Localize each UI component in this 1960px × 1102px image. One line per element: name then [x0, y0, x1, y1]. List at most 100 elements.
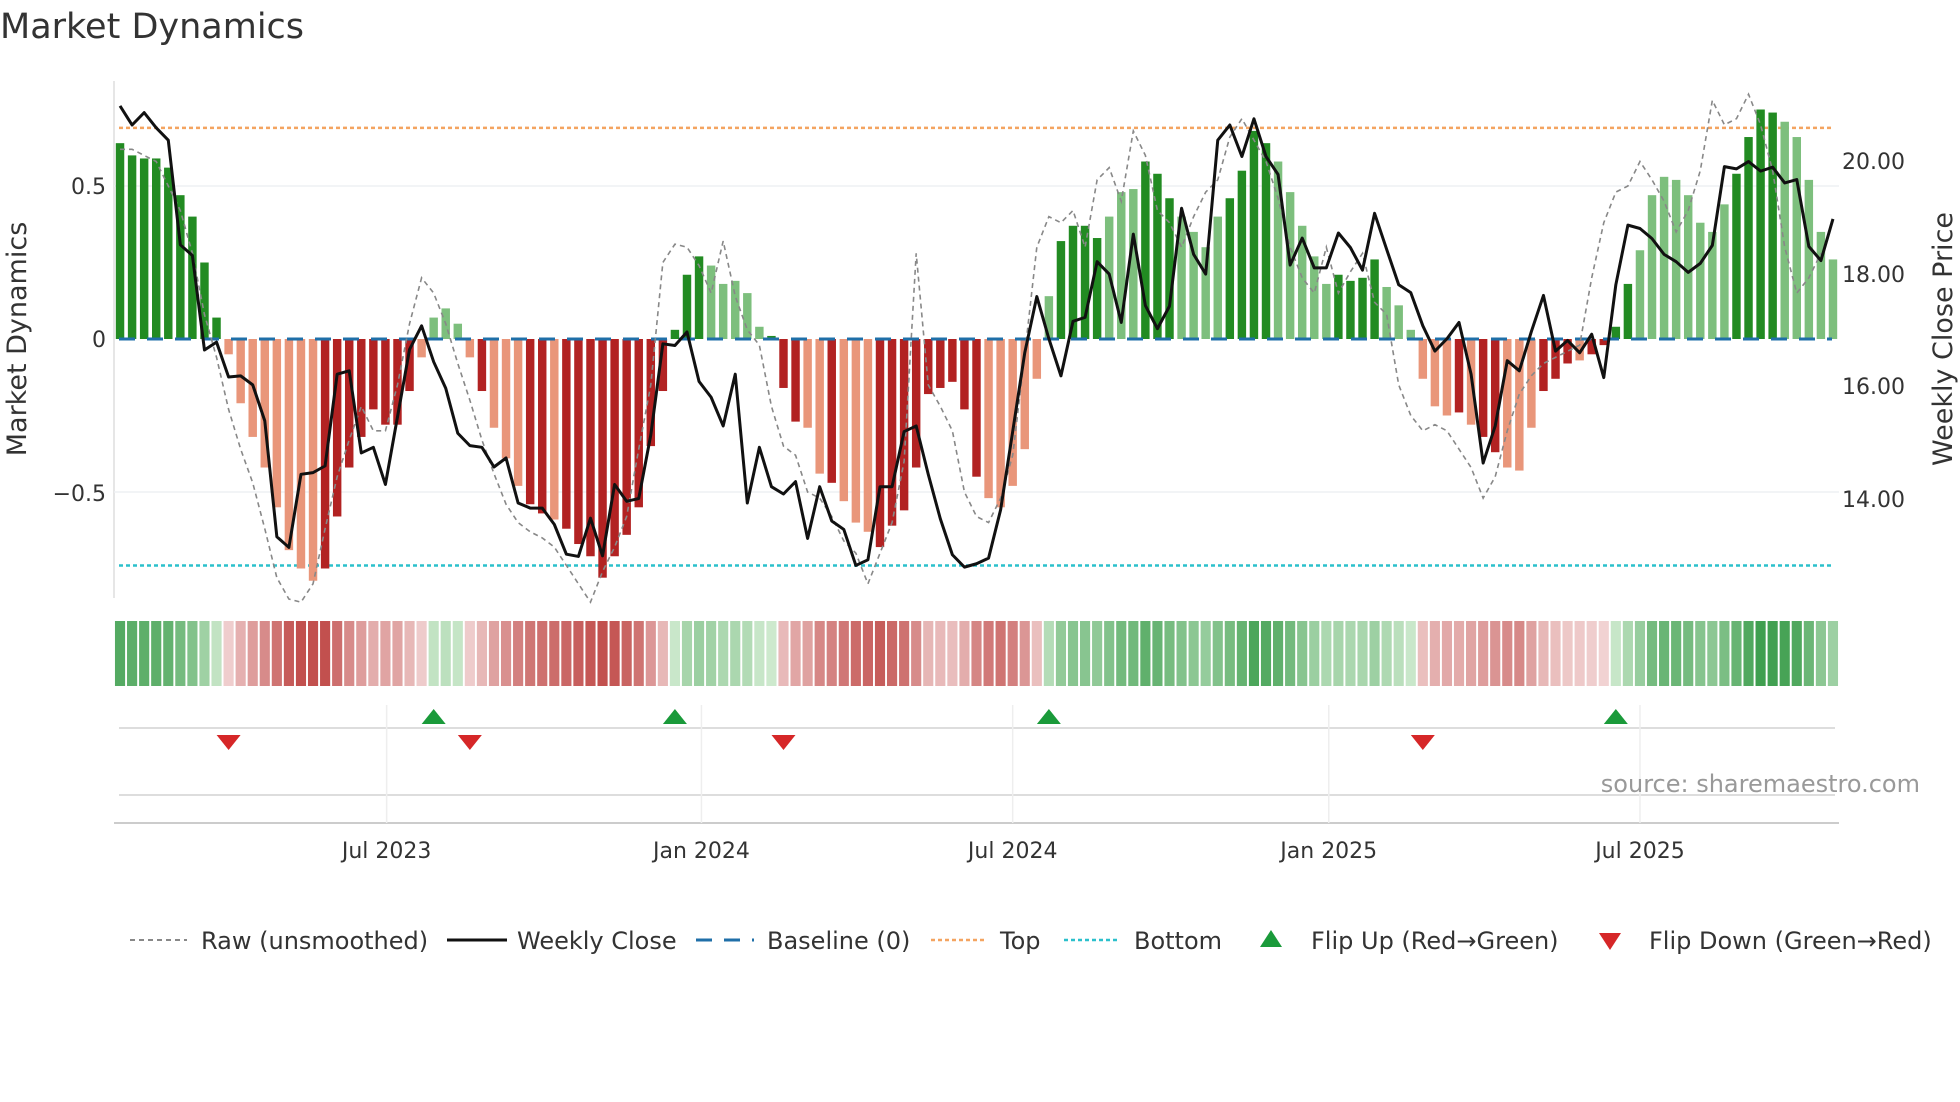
strip-cell [1104, 621, 1115, 686]
strip-cell [947, 621, 958, 686]
strip-cell [1381, 621, 1392, 686]
strip-cell [1067, 621, 1079, 686]
dynamics-bar [212, 317, 221, 339]
strip-cell [1236, 621, 1247, 686]
strip-cell [1309, 621, 1320, 686]
strip-cell [585, 621, 596, 686]
dynamics-bar [1322, 283, 1331, 339]
dynamics-bar [369, 339, 378, 410]
strip-cell [923, 621, 934, 686]
legend-flip-up: Flip Up (Red→Green) [1311, 927, 1559, 955]
strip-cell [1671, 621, 1682, 686]
source-note: source: sharemaestro.com [1601, 770, 1920, 798]
dynamics-bar [791, 339, 800, 422]
dynamics-bar [779, 339, 788, 388]
dynamics-bar [357, 339, 366, 437]
y-tick-left: 0.5 [71, 175, 106, 200]
dynamics-bar [127, 155, 137, 339]
strip-cell [1634, 621, 1646, 686]
strip-cell [1586, 621, 1597, 686]
strip-cell [1429, 621, 1440, 686]
flip-markers [216, 709, 1628, 750]
strip-cell [850, 621, 861, 686]
strip-cell [1273, 621, 1284, 686]
strip-cell [1140, 621, 1151, 686]
flip-down-marker [1410, 735, 1435, 750]
dynamics-bar [851, 339, 861, 523]
dynamics-bar [1213, 216, 1222, 339]
legend-top: Top [999, 927, 1041, 955]
strip-cell [500, 621, 512, 686]
flip-up-marker [421, 709, 446, 724]
dynamics-bar [887, 339, 897, 526]
strip-cell [151, 621, 162, 686]
strip-cell [525, 621, 536, 686]
strip-cell [1683, 621, 1694, 686]
dynamics-bar [1032, 339, 1042, 379]
dynamics-bar [272, 339, 282, 508]
dynamics-bar [1720, 204, 1729, 339]
strip-cell [621, 621, 632, 686]
strip-cell [380, 621, 391, 686]
dynamics-bar [960, 339, 969, 410]
strip-cell [1453, 621, 1465, 686]
x-tick-label: Jan 2024 [651, 839, 750, 864]
strip-cell [1345, 621, 1356, 686]
strip-cell [1007, 621, 1018, 686]
dynamics-bar [1828, 259, 1838, 339]
strip-cell [1743, 621, 1754, 686]
y-tick-right: 20.00 [1842, 150, 1905, 175]
strip-cell [1550, 621, 1561, 686]
strip-cell [645, 621, 656, 686]
strip-cell [1393, 621, 1404, 686]
strip-cell [1297, 621, 1308, 686]
y-tick-left: 0 [92, 328, 106, 353]
strip-cell [163, 621, 174, 686]
dynamics-bar [899, 339, 909, 511]
dynamics-bar [682, 274, 692, 339]
strip-cell [778, 621, 789, 686]
dynamics-bar [381, 339, 390, 425]
strip-cell [235, 621, 246, 686]
flip-down-icon [1599, 933, 1621, 950]
strip-cell [271, 621, 282, 686]
dynamics-bar [1382, 286, 1391, 339]
strip-cell [1128, 621, 1139, 686]
dynamics-bar [345, 339, 354, 468]
strip-cell [874, 621, 886, 686]
dynamics-bar [1442, 339, 1452, 416]
strip-cell [706, 621, 717, 686]
strip-cell [1092, 621, 1103, 686]
dynamics-bar [562, 339, 571, 529]
strip-cell [802, 621, 813, 686]
strip-cell [814, 621, 825, 686]
dynamics-bar [501, 339, 511, 459]
strip-cell [428, 621, 439, 686]
dynamics-bar [875, 339, 885, 548]
strip-cell [669, 621, 680, 686]
strip-cell [452, 621, 463, 686]
strip-cell [1164, 621, 1175, 686]
strip-cell [1321, 621, 1332, 686]
dynamics-bar [827, 339, 836, 483]
legend-baseline: Baseline (0) [767, 927, 910, 955]
strip-cell [1188, 621, 1199, 686]
strip-cell [657, 621, 668, 686]
strip-cell [886, 621, 898, 686]
dynamics-bar [803, 339, 812, 428]
flip-up-marker [1603, 709, 1628, 724]
strip-cell [1466, 621, 1477, 686]
dynamics-bar [1780, 121, 1789, 340]
strip-cell [1152, 621, 1163, 686]
flip-up-marker [662, 709, 687, 724]
strip-cell [1080, 621, 1091, 686]
strip-cell [1369, 621, 1380, 686]
strip-cell [1719, 621, 1730, 686]
y-tick-right: 16.00 [1842, 375, 1905, 400]
dynamics-bar [815, 339, 824, 474]
chart-title: Market Dynamics [0, 7, 304, 47]
strip-cell [1224, 621, 1235, 686]
dynamics-bar [984, 339, 993, 499]
strip-cell [1441, 621, 1453, 686]
strip-cell [1767, 621, 1778, 686]
